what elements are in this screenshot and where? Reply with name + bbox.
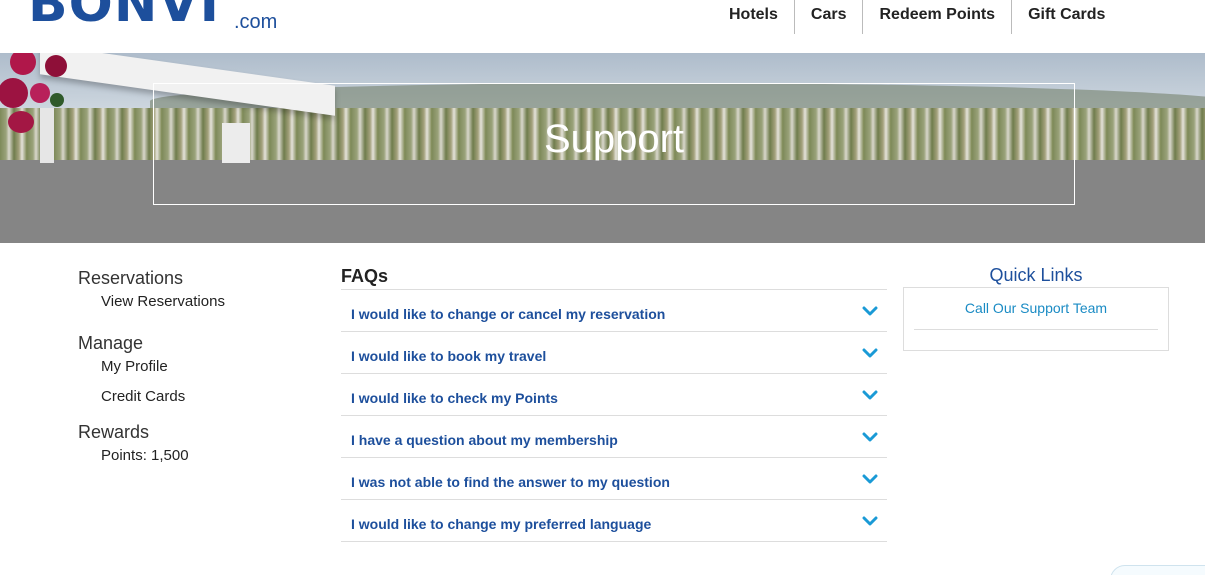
faq-item[interactable]: I would like to change or cancel my rese… <box>341 290 887 332</box>
faq-item[interactable]: I have a question about my membership <box>341 416 887 458</box>
nav-hotels[interactable]: Hotels <box>713 0 794 34</box>
faq-item[interactable]: I would like to book my travel <box>341 332 887 374</box>
sidebar-group-manage: Manage <box>78 333 144 353</box>
nav-cars[interactable]: Cars <box>793 0 863 34</box>
faq-heading: FAQs <box>341 266 389 286</box>
divider <box>914 329 1158 330</box>
points-balance: Points: 1,500 <box>101 447 189 464</box>
faq-item[interactable]: I would like to check my Points <box>341 374 887 416</box>
logo[interactable]: BONVI <box>28 0 220 30</box>
sidebar-group-rewards: Rewards <box>78 422 150 442</box>
sidebar-link-my-profile[interactable]: My Profile <box>78 355 318 385</box>
logo-suffix[interactable]: .com <box>234 11 277 34</box>
hero-title-box: Support <box>153 83 1075 205</box>
quick-links: Quick Links Call Our Support Team <box>903 263 1169 351</box>
main-nav: Hotels Cars Redeem Points Gift Cards <box>713 0 1121 34</box>
chevron-down-icon[interactable] <box>862 305 878 317</box>
call-support-link[interactable]: Call Our Support Team <box>904 300 1168 316</box>
site-header: BONVI .com Hotels Cars Redeem Points Gif… <box>0 0 1205 53</box>
faq-item[interactable]: I would like to change my preferred lang… <box>341 500 887 542</box>
quick-links-box: Call Our Support Team <box>903 287 1169 351</box>
quick-links-title: Quick Links <box>989 265 1083 285</box>
sidebar-link-view-reservations[interactable]: View Reservations <box>78 290 318 331</box>
page-title: Support <box>543 117 685 161</box>
hero-banner: Support <box>0 53 1205 243</box>
sidebar-group-reservations: Reservations <box>78 268 184 288</box>
nav-redeem-points[interactable]: Redeem Points <box>862 0 1011 34</box>
chevron-down-icon[interactable] <box>862 515 878 527</box>
faq-question: I would like to change my preferred lang… <box>351 516 652 532</box>
nav-gift-cards[interactable]: Gift Cards <box>1011 0 1121 34</box>
chevron-down-icon[interactable] <box>862 389 878 401</box>
faq-section: FAQs I would like to change or cancel my… <box>341 263 887 542</box>
faq-item[interactable]: I was not able to find the answer to my … <box>341 458 887 500</box>
chevron-down-icon[interactable] <box>862 431 878 443</box>
chevron-down-icon[interactable] <box>862 347 878 359</box>
flowers <box>0 53 85 143</box>
faq-list: I would like to change or cancel my rese… <box>341 289 887 542</box>
account-sidebar: Reservations View Reservations Manage My… <box>78 266 318 468</box>
sidebar-link-credit-cards[interactable]: Credit Cards <box>78 385 318 420</box>
chevron-down-icon[interactable] <box>862 473 878 485</box>
chat-icon[interactable] <box>1110 565 1205 575</box>
